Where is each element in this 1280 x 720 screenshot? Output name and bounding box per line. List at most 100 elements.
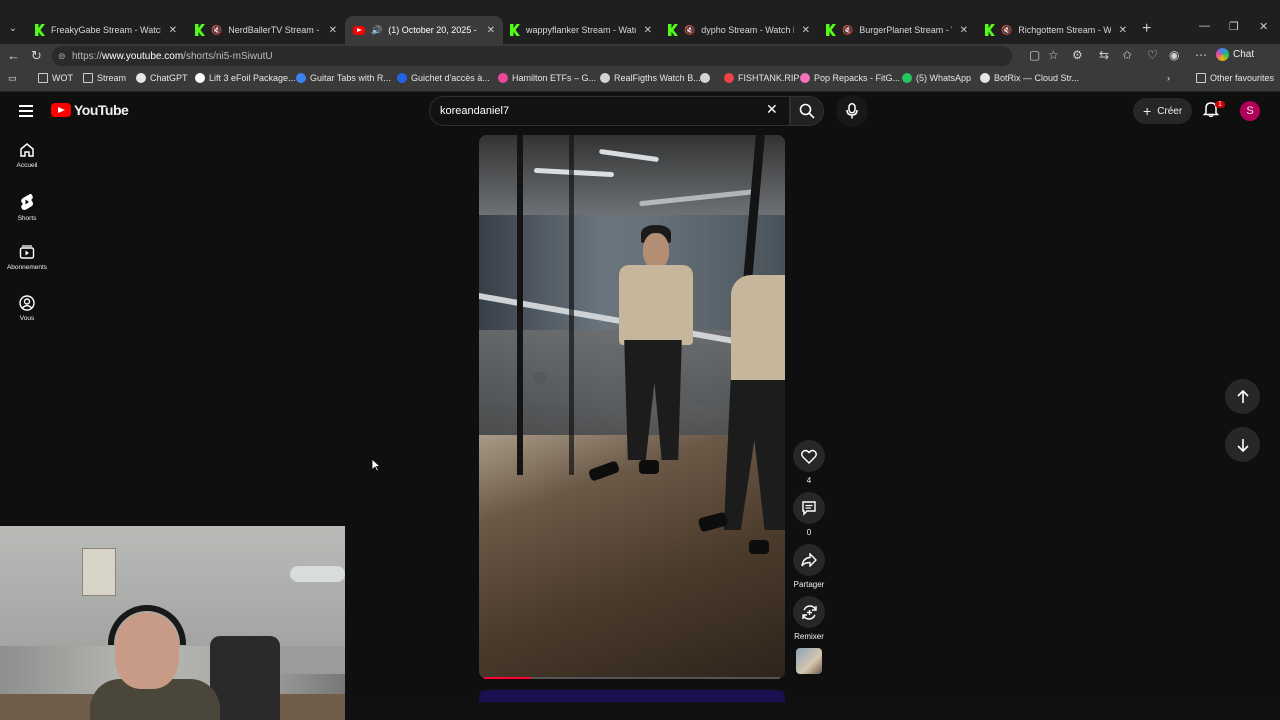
bookmark-item[interactable]: Stream <box>83 73 126 83</box>
search-input[interactable]: koreandaniel7 <box>429 96 790 126</box>
video-progress-bar[interactable] <box>484 677 780 679</box>
minimize-button[interactable]: — <box>1199 20 1210 32</box>
extensions-icon[interactable]: ⚙ <box>1072 48 1083 62</box>
audio-playing-icon[interactable]: 🔊 <box>371 25 382 36</box>
browser-tab[interactable]: 🔇 BurgerPlanet Stream - Watch ✕ <box>818 16 976 44</box>
globe-icon <box>700 73 710 83</box>
clear-search-icon[interactable]: ✕ <box>766 101 778 118</box>
bookmark-item[interactable]: Guichet d'accès à... <box>397 73 490 83</box>
muted-audio-icon[interactable]: 🔇 <box>684 25 695 36</box>
like-count: 4 <box>806 476 812 485</box>
like-action[interactable]: 4 <box>793 440 825 485</box>
sidebar-item-shorts[interactable]: Shorts <box>0 193 54 222</box>
bookmark-label: ChatGPT <box>150 73 188 83</box>
close-tab-icon[interactable]: ✕ <box>169 25 177 36</box>
search-button[interactable] <box>790 96 824 126</box>
close-tab-icon[interactable]: ✕ <box>1119 25 1127 36</box>
more-menu-icon[interactable]: ⋯ <box>1195 48 1207 62</box>
restore-button[interactable]: ❐ <box>1229 20 1239 33</box>
webcam-wall-map <box>82 548 116 596</box>
kick-favicon-icon <box>826 24 836 36</box>
split-screen-icon[interactable]: ▢ <box>1029 48 1040 62</box>
menu-icon[interactable] <box>19 105 33 120</box>
share-action[interactable]: Partager <box>793 544 825 589</box>
youtube-logo[interactable]: YouTube <box>51 102 129 118</box>
next-short-button[interactable] <box>1225 427 1260 462</box>
remix-action[interactable]: Remixer <box>793 596 825 641</box>
muted-audio-icon[interactable]: 🔇 <box>842 25 853 36</box>
shorts-video-player[interactable] <box>479 135 785 679</box>
create-button[interactable]: + Créer <box>1133 98 1193 124</box>
close-tab-icon[interactable]: ✕ <box>487 25 495 36</box>
new-tab-button[interactable]: + <box>1142 20 1151 38</box>
bookmark-item[interactable]: RealFigths Watch B... <box>600 73 701 83</box>
bookmark-label: RealFigths Watch B... <box>614 73 701 83</box>
sidebar-item-label: Vous <box>19 315 35 322</box>
kick-favicon-icon <box>510 24 520 36</box>
bookmark-label: Pop Repacks - FitG... <box>814 73 901 83</box>
close-tab-icon[interactable]: ✕ <box>960 25 968 36</box>
url-path: /shorts/ni5-mSiwutU <box>183 50 273 62</box>
muted-audio-icon[interactable]: 🔇 <box>1001 25 1012 36</box>
remix-label: Remixer <box>794 632 824 641</box>
create-label: Créer <box>1157 105 1183 117</box>
bookmarks-overflow-icon[interactable]: › <box>1167 73 1170 83</box>
other-favourites[interactable]: Other favourites <box>1196 73 1274 83</box>
browser-tab[interactable]: 🔊 (1) October 20, 2025 - YouTub ✕ <box>345 16 503 44</box>
browser-essentials-icon[interactable]: ⇆ <box>1099 48 1109 62</box>
bookmark-item[interactable]: Guitar Tabs with R... <box>296 73 391 83</box>
muted-audio-icon[interactable]: 🔇 <box>211 25 222 36</box>
close-tab-icon[interactable]: ✕ <box>802 25 810 36</box>
reload-icon[interactable]: ↻ <box>31 48 42 64</box>
next-short-preview[interactable] <box>479 690 785 702</box>
sound-thumbnail[interactable] <box>796 648 822 674</box>
like-button[interactable] <box>793 440 825 472</box>
kick-favicon-icon <box>195 24 205 36</box>
fitgirl-icon <box>800 73 810 83</box>
comment-action[interactable]: 0 <box>793 492 825 537</box>
browser-tab[interactable]: wappyflanker Stream - Watch Live ✕ <box>502 16 660 44</box>
favorites-icon[interactable]: ✩ <box>1122 48 1132 62</box>
close-tab-icon[interactable]: ✕ <box>644 25 652 36</box>
bookmark-item[interactable]: (5) WhatsApp <box>902 73 971 83</box>
browser-tab[interactable]: 🔇 NerdBallerTV Stream - Watch ✕ <box>187 16 345 44</box>
mouse-cursor-icon <box>371 458 381 472</box>
collections-icon[interactable]: ♡ <box>1147 48 1158 62</box>
back-icon[interactable]: ← <box>7 48 20 63</box>
bookmark-item[interactable]: Lift 3 eFoil Package... <box>195 73 296 83</box>
video-progress-fill <box>484 677 532 679</box>
browser-tab[interactable]: 🔇 dypho Stream - Watch Live o ✕ <box>660 16 818 44</box>
previous-short-button[interactable] <box>1225 379 1260 414</box>
bookmark-item[interactable]: WOT <box>38 73 73 83</box>
remix-button[interactable] <box>793 596 825 628</box>
browser-tab[interactable]: FreakyGabe Stream - Watch L ✕ <box>27 16 185 44</box>
bookmark-item[interactable]: ChatGPT <box>136 73 188 83</box>
voice-search-button[interactable] <box>836 95 868 127</box>
favorite-star-icon[interactable]: ☆ <box>1048 48 1059 62</box>
sidebar-item-subscriptions[interactable]: Abonnements <box>0 244 54 271</box>
bookmark-item[interactable] <box>700 73 710 83</box>
tab-search-dropdown-icon[interactable]: ⌄ <box>5 20 21 36</box>
comments-button[interactable] <box>793 492 825 524</box>
bookmark-item[interactable]: FISHTANK.RIP <box>724 73 799 83</box>
url-field[interactable]: ⊜ https://www.youtube.com/shorts/ni5-mSi… <box>52 46 1012 66</box>
copilot-chat-button[interactable]: Chat <box>1216 48 1254 61</box>
browser-tab[interactable]: 🔇 Richgottem Stream - Watch L ✕ <box>977 16 1135 44</box>
bookmark-item[interactable]: Hamilton ETFs – G... <box>498 73 596 83</box>
reading-list-icon[interactable]: ▭ <box>8 73 17 84</box>
profile-icon[interactable]: ◉ <box>1169 48 1179 62</box>
sidebar-item-home[interactable]: Accueil <box>0 142 54 169</box>
share-button[interactable] <box>793 544 825 576</box>
sidebar-item-you[interactable]: Vous <box>0 295 54 322</box>
close-tab-icon[interactable]: ✕ <box>329 25 337 36</box>
bookmark-label: Lift 3 eFoil Package... <box>209 73 296 83</box>
kick-favicon-icon <box>668 24 678 36</box>
close-window-button[interactable]: ✕ <box>1259 20 1268 33</box>
bookmark-item[interactable]: Pop Repacks - FitG... <box>800 73 900 83</box>
shorts-icon <box>21 193 33 210</box>
bookmark-item[interactable]: BotRix — Cloud Str... <box>980 73 1079 83</box>
video-frame-post <box>517 135 523 475</box>
site-info-icon[interactable]: ⊜ <box>58 51 66 62</box>
video-frame-ceiling <box>479 135 785 215</box>
account-avatar[interactable]: S <box>1240 101 1260 121</box>
